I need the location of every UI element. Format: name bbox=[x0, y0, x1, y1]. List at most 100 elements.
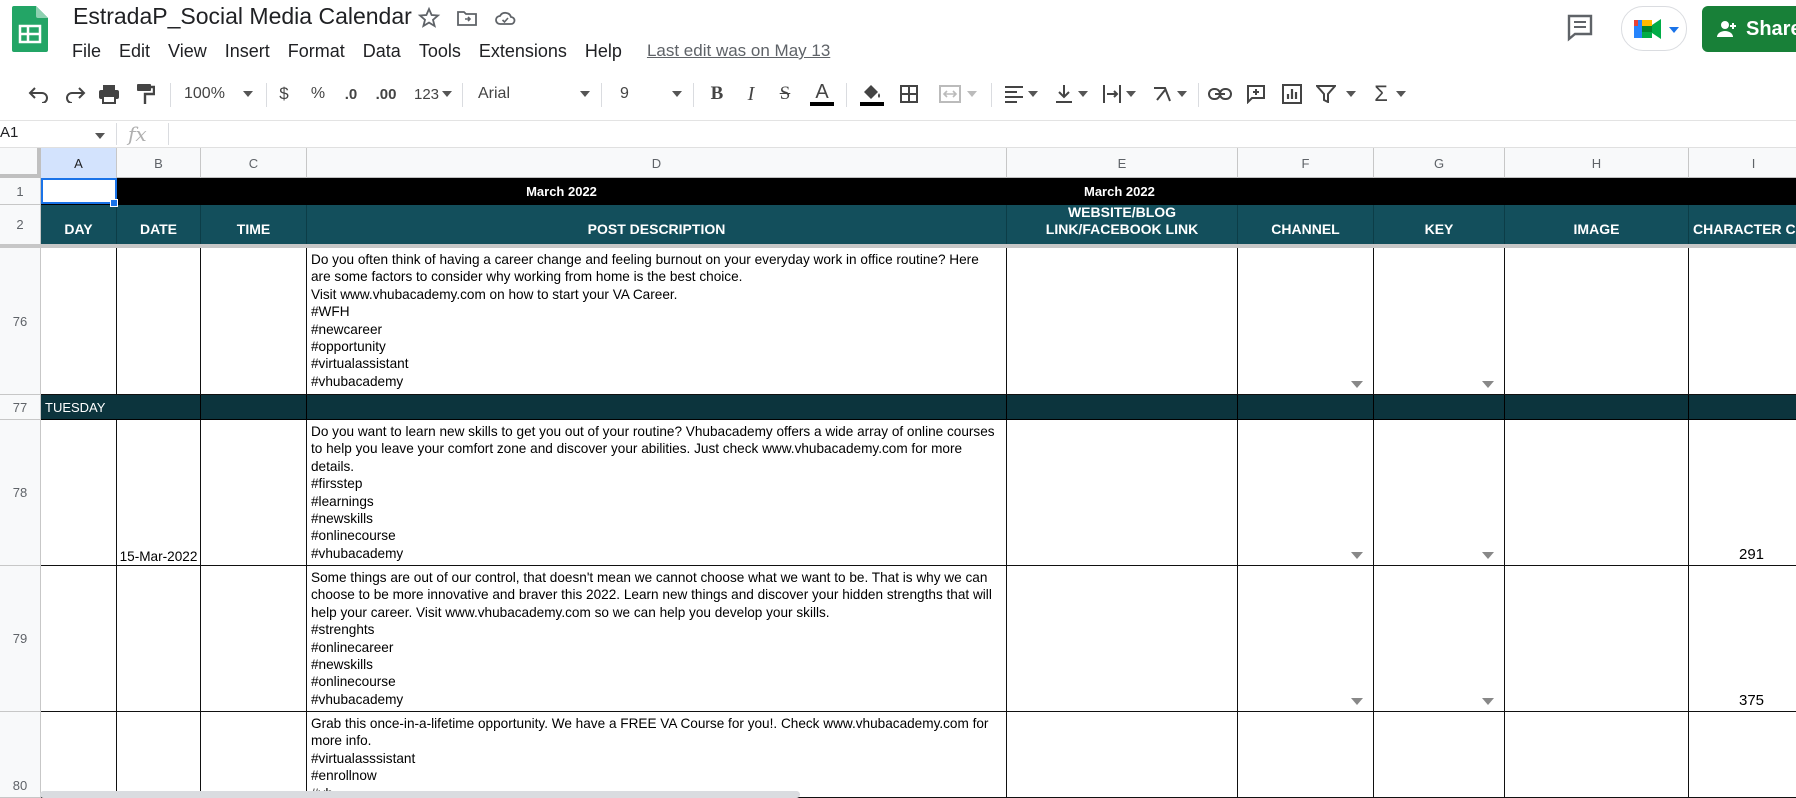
cell-time[interactable] bbox=[201, 248, 307, 395]
borders-button[interactable] bbox=[896, 79, 922, 109]
menu-insert[interactable]: Insert bbox=[216, 39, 279, 64]
header-day[interactable]: DAY bbox=[41, 205, 117, 245]
cell-key-dropdown[interactable] bbox=[1374, 248, 1505, 395]
row-header-79[interactable]: 79 bbox=[0, 566, 41, 712]
header-channel[interactable]: CHANNEL bbox=[1238, 205, 1374, 245]
day-row-cell[interactable] bbox=[1238, 395, 1374, 420]
column-header-e[interactable]: E bbox=[1007, 148, 1238, 178]
meet-button[interactable] bbox=[1621, 6, 1687, 51]
zoom-select[interactable]: 100% bbox=[184, 79, 256, 109]
cell-channel-dropdown[interactable] bbox=[1238, 566, 1374, 712]
row-header-78[interactable]: 78 bbox=[0, 420, 41, 566]
name-box[interactable]: A1 bbox=[0, 124, 110, 146]
cell-date[interactable] bbox=[117, 248, 201, 395]
text-color-button[interactable]: A bbox=[808, 79, 836, 109]
day-label-tuesday[interactable]: TUESDAY bbox=[41, 395, 201, 420]
cell-link[interactable] bbox=[1007, 566, 1238, 712]
insert-chart-button[interactable] bbox=[1278, 79, 1306, 109]
day-row-cell[interactable] bbox=[201, 395, 307, 420]
star-icon[interactable] bbox=[417, 6, 441, 30]
column-header-d[interactable]: D bbox=[307, 148, 1007, 178]
horizontal-scrollbar[interactable] bbox=[40, 791, 800, 798]
row-header-80[interactable]: 80 bbox=[0, 712, 41, 798]
cell-day[interactable] bbox=[41, 712, 117, 798]
day-row-cell[interactable] bbox=[1505, 395, 1689, 420]
cell-time[interactable] bbox=[201, 420, 307, 566]
cell-time[interactable] bbox=[201, 712, 307, 798]
row-header-2[interactable]: 2 bbox=[0, 205, 41, 245]
cell-time[interactable] bbox=[201, 566, 307, 712]
day-row-cell[interactable] bbox=[1689, 395, 1796, 420]
header-time[interactable]: TIME bbox=[201, 205, 307, 245]
menu-file[interactable]: File bbox=[63, 39, 110, 64]
cell-date[interactable] bbox=[117, 566, 201, 712]
cell-image[interactable] bbox=[1505, 566, 1689, 712]
cell-image[interactable] bbox=[1505, 712, 1689, 798]
column-header-a[interactable]: A bbox=[41, 148, 117, 178]
last-edit-link[interactable]: Last edit was on May 13 bbox=[647, 41, 830, 61]
cell-character-count[interactable] bbox=[1689, 712, 1796, 798]
day-row-cell[interactable] bbox=[1007, 395, 1238, 420]
fill-handle[interactable] bbox=[110, 199, 118, 207]
header-post-description[interactable]: POST DESCRIPTION bbox=[307, 205, 1007, 245]
cell-image[interactable] bbox=[1505, 420, 1689, 566]
menu-format[interactable]: Format bbox=[279, 39, 354, 64]
cell-link[interactable] bbox=[1007, 712, 1238, 798]
column-header-c[interactable]: C bbox=[201, 148, 307, 178]
menu-view[interactable]: View bbox=[159, 39, 216, 64]
cell-character-count[interactable]: 291 bbox=[1689, 420, 1796, 566]
horizontal-align-button[interactable] bbox=[1000, 79, 1042, 109]
formula-input[interactable] bbox=[176, 124, 1776, 146]
print-button[interactable] bbox=[94, 79, 124, 109]
move-folder-icon[interactable] bbox=[455, 6, 479, 30]
header-image[interactable]: IMAGE bbox=[1505, 205, 1689, 245]
cell-channel-dropdown[interactable] bbox=[1238, 420, 1374, 566]
redo-button[interactable] bbox=[60, 79, 90, 109]
cell-date[interactable] bbox=[117, 712, 201, 798]
cell-channel-dropdown[interactable] bbox=[1238, 712, 1374, 798]
cell-post-description[interactable]: Do you often think of having a career ch… bbox=[307, 248, 1007, 395]
cell-post-description[interactable]: Some things are out of our control, that… bbox=[307, 566, 1007, 712]
bold-button[interactable]: B bbox=[704, 79, 730, 109]
document-title[interactable]: EstradaP_Social Media Calendar bbox=[73, 3, 412, 30]
cell-day[interactable] bbox=[41, 248, 117, 395]
row-header-1[interactable]: 1 bbox=[0, 178, 41, 205]
cell-link[interactable] bbox=[1007, 420, 1238, 566]
cell-day[interactable] bbox=[41, 566, 117, 712]
menu-data[interactable]: Data bbox=[354, 39, 410, 64]
dropdown-arrow-icon[interactable] bbox=[1482, 381, 1494, 388]
column-header-f[interactable]: F bbox=[1238, 148, 1374, 178]
comments-icon[interactable] bbox=[1565, 12, 1595, 42]
column-header-h[interactable]: H bbox=[1505, 148, 1689, 178]
row-header-76[interactable]: 76 bbox=[0, 248, 41, 395]
font-family-select[interactable]: Arial bbox=[478, 79, 590, 109]
row-header-77[interactable]: 77 bbox=[0, 395, 41, 420]
more-formats-select[interactable]: 123 bbox=[410, 79, 456, 109]
cell-character-count[interactable]: 375 bbox=[1689, 566, 1796, 712]
cell-key-dropdown[interactable] bbox=[1374, 420, 1505, 566]
cell-key-dropdown[interactable] bbox=[1374, 566, 1505, 712]
banner-month-right[interactable]: March 2022 bbox=[1007, 178, 1796, 205]
insert-comment-button[interactable] bbox=[1242, 79, 1270, 109]
cell-post-description[interactable]: Do you want to learn new skills to get y… bbox=[307, 420, 1007, 566]
paint-format-button[interactable] bbox=[130, 79, 160, 109]
column-header-g[interactable]: G bbox=[1374, 148, 1505, 178]
day-row-cell[interactable] bbox=[1374, 395, 1505, 420]
day-row-cell[interactable] bbox=[307, 395, 1007, 420]
cell-link[interactable] bbox=[1007, 248, 1238, 395]
vertical-align-button[interactable] bbox=[1050, 79, 1092, 109]
cell-day[interactable] bbox=[41, 420, 117, 566]
functions-button[interactable]: Σ bbox=[1368, 79, 1412, 109]
menu-tools[interactable]: Tools bbox=[410, 39, 470, 64]
undo-button[interactable] bbox=[24, 79, 54, 109]
filter-button[interactable] bbox=[1314, 79, 1358, 109]
cell-date[interactable]: 15-Mar-2022 bbox=[117, 420, 201, 566]
column-header-i[interactable]: I bbox=[1689, 148, 1796, 178]
percent-format-button[interactable]: % bbox=[307, 79, 329, 109]
dropdown-arrow-icon[interactable] bbox=[1482, 698, 1494, 705]
cell-channel-dropdown[interactable] bbox=[1238, 248, 1374, 395]
merge-cells-button[interactable] bbox=[934, 79, 982, 109]
cell-image[interactable] bbox=[1505, 248, 1689, 395]
decrease-decimal-button[interactable]: .0 bbox=[340, 79, 362, 109]
share-button[interactable]: Share bbox=[1702, 6, 1796, 52]
